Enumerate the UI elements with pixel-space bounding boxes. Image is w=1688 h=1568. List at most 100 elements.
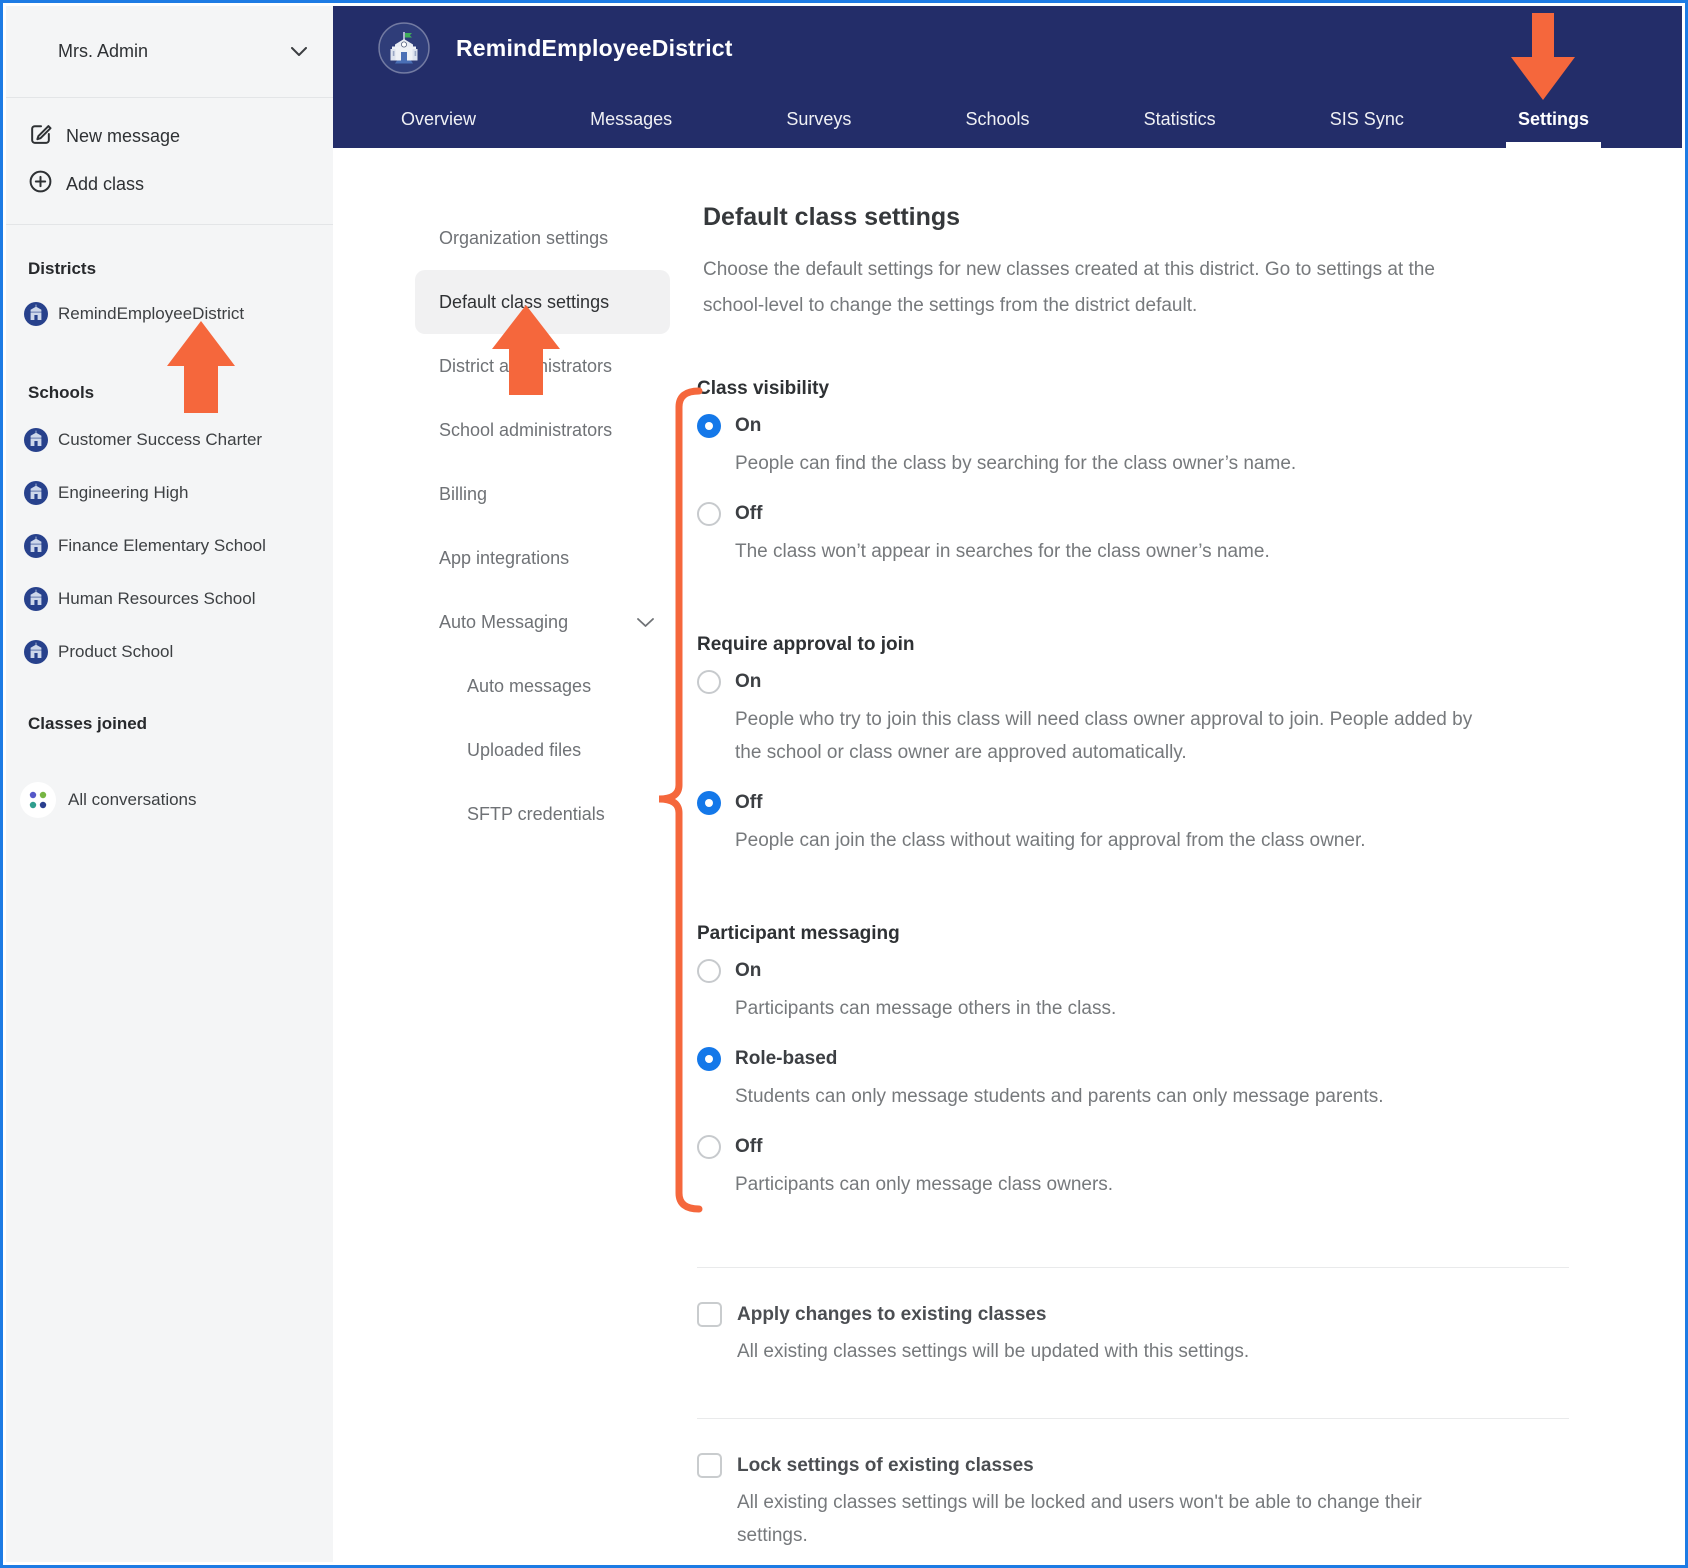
school-label: Finance Elementary School <box>58 535 266 555</box>
option-description: People who try to join this class will n… <box>735 709 1473 763</box>
subnav-auto-messaging[interactable]: Auto Messaging <box>415 590 670 654</box>
chevron-down-icon <box>637 612 654 633</box>
sidebar-item-school[interactable]: Human Resources School <box>6 572 333 625</box>
group-title-class-visibility: Class visibility <box>697 378 830 399</box>
apply-changes-checkbox-row[interactable]: Apply changes to existing classes <box>697 1302 1497 1327</box>
subnav-school-administrators[interactable]: School administrators <box>415 398 670 462</box>
group-title-require-approval: Require approval to join <box>697 634 915 655</box>
app-window: Mrs. Admin New message Add class Distric… <box>0 0 1688 1568</box>
settings-subnav: Organization settings Default class sett… <box>415 206 670 846</box>
all-conversations-button[interactable]: All conversations <box>6 776 333 824</box>
tab-messages[interactable]: Messages <box>578 90 684 148</box>
checkbox-description: All existing classes settings will be lo… <box>737 1492 1422 1546</box>
radio-row[interactable]: On <box>697 959 1497 983</box>
tab-schools[interactable]: Schools <box>953 90 1041 148</box>
school-building-icon <box>24 586 48 611</box>
divider <box>697 1418 1569 1419</box>
sidebar-item-school[interactable]: Engineering High <box>6 466 333 519</box>
district-label: RemindEmployeeDistrict <box>58 304 245 323</box>
sidebar-actions: New message Add class <box>6 98 333 225</box>
radio-unselected[interactable] <box>697 670 721 694</box>
option-label: Off <box>735 503 763 524</box>
option-require-approval-off: Off People can join the class without wa… <box>697 791 1497 857</box>
subnav-billing[interactable]: Billing <box>415 462 670 526</box>
top-navbar: RemindEmployeeDistrict Overview Messages… <box>333 6 1682 148</box>
school-building-icon <box>24 480 48 505</box>
subnav-sftp-credentials[interactable]: SFTP credentials <box>415 782 670 846</box>
compose-icon <box>28 121 53 151</box>
sidebar-item-school[interactable]: Finance Elementary School <box>6 519 333 572</box>
radio-unselected[interactable] <box>697 959 721 983</box>
add-class-button[interactable]: Add class <box>6 160 333 208</box>
option-description: Students can only message students and p… <box>735 1086 1384 1107</box>
apply-changes-block: Apply changes to existing classes All ex… <box>697 1302 1497 1368</box>
sidebar-item-district[interactable]: RemindEmployeeDistrict <box>6 289 333 339</box>
option-label: Role-based <box>735 1048 838 1069</box>
option-description: The class won’t appear in searches for t… <box>735 541 1270 562</box>
default-class-settings-panel: Default class settings Choose the defaul… <box>697 203 1569 1552</box>
radio-selected[interactable] <box>697 414 721 438</box>
radio-row[interactable]: Off <box>697 1135 1497 1159</box>
sidebar-item-school[interactable]: Customer Success Charter <box>6 413 333 466</box>
radio-row[interactable]: Off <box>697 502 1497 526</box>
group-title-participant-messaging: Participant messaging <box>697 923 900 944</box>
add-class-label: Add class <box>66 173 145 194</box>
subnav-auto-messages[interactable]: Auto messages <box>415 654 670 718</box>
radio-row[interactable]: On <box>697 414 1497 438</box>
school-label: Product School <box>58 641 174 661</box>
all-conversations-label: All conversations <box>68 790 197 809</box>
plus-circle-icon <box>28 169 53 199</box>
schools-header: Schools <box>28 383 95 402</box>
radio-unselected[interactable] <box>697 1135 721 1159</box>
option-participant-messaging-on: On Participants can message others in th… <box>697 959 1497 1025</box>
checkbox-label: Apply changes to existing classes <box>737 1303 1047 1325</box>
auto-messaging-label: Auto Messaging <box>439 611 569 632</box>
sidebar: Mrs. Admin New message Add class Distric… <box>6 6 333 1562</box>
subnav-district-administrators[interactable]: District administrators <box>415 334 670 398</box>
school-building-icon <box>24 639 48 664</box>
radio-row[interactable]: On <box>697 670 1497 694</box>
radio-unselected[interactable] <box>697 502 721 526</box>
page-description: Choose the default settings for new clas… <box>703 259 1435 316</box>
tab-settings[interactable]: Settings <box>1506 90 1601 148</box>
classes-joined-header: Classes joined <box>28 714 148 733</box>
subnav-app-integrations[interactable]: App integrations <box>415 526 670 590</box>
sidebar-item-school[interactable]: Product School <box>6 625 333 678</box>
org-header: RemindEmployeeDistrict <box>333 6 1682 90</box>
checkbox-unchecked[interactable] <box>697 1302 722 1327</box>
radio-row[interactable]: Role-based <box>697 1047 1497 1071</box>
lock-settings-block: Lock settings of existing classes All ex… <box>697 1453 1497 1552</box>
subnav-uploaded-files[interactable]: Uploaded files <box>415 718 670 782</box>
tab-overview[interactable]: Overview <box>389 90 488 148</box>
tab-statistics[interactable]: Statistics <box>1132 90 1228 148</box>
org-avatar-school-icon <box>378 22 430 74</box>
subnav-organization-settings[interactable]: Organization settings <box>415 206 670 270</box>
radio-row[interactable]: Off <box>697 791 1497 815</box>
org-title: RemindEmployeeDistrict <box>456 34 733 61</box>
new-message-button[interactable]: New message <box>6 112 333 160</box>
school-label: Engineering High <box>58 482 189 502</box>
lock-settings-checkbox-row[interactable]: Lock settings of existing classes <box>697 1453 1497 1478</box>
option-require-approval-on: On People who try to join this class wil… <box>697 670 1497 769</box>
schools-list: Customer Success Charter Engineering Hig… <box>6 413 333 678</box>
option-participant-messaging-off: Off Participants can only message class … <box>697 1135 1497 1201</box>
radio-selected[interactable] <box>697 791 721 815</box>
option-class-visibility-on: On People can find the class by searchin… <box>697 414 1497 480</box>
nav-tabs: Overview Messages Surveys Schools Statis… <box>389 90 1601 148</box>
tab-sis-sync[interactable]: SIS Sync <box>1318 90 1416 148</box>
account-menu[interactable]: Mrs. Admin <box>6 6 333 98</box>
school-label: Customer Success Charter <box>58 429 263 449</box>
districts-header: Districts <box>28 259 97 278</box>
option-label: Off <box>735 792 763 813</box>
page-title: Default class settings <box>703 203 961 231</box>
chevron-down-icon <box>291 41 307 62</box>
tab-surveys[interactable]: Surveys <box>774 90 863 148</box>
radio-selected[interactable] <box>697 1047 721 1071</box>
option-participant-messaging-role-based: Role-based Students can only message stu… <box>697 1047 1497 1113</box>
option-class-visibility-off: Off The class won’t appear in searches f… <box>697 502 1497 568</box>
checkbox-unchecked[interactable] <box>697 1453 722 1478</box>
option-label: On <box>735 671 762 692</box>
subnav-default-class-settings[interactable]: Default class settings <box>415 270 670 334</box>
option-description: People can find the class by searching f… <box>735 453 1297 474</box>
four-dots-icon <box>20 782 56 818</box>
